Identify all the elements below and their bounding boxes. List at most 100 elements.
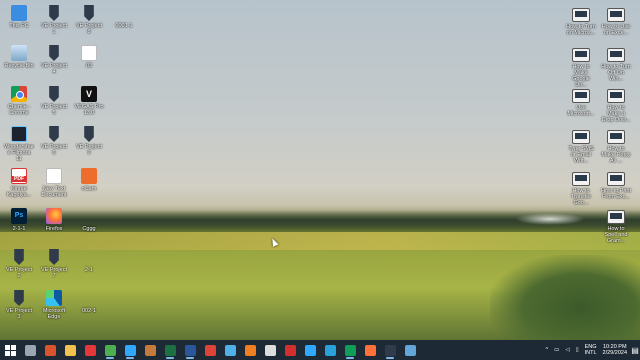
vegas-icon: V [81, 86, 97, 102]
file-icon [81, 208, 97, 224]
desktop-icon-microsoft-edge[interactable]: Microsoft Edge [39, 290, 69, 320]
ocam-icon [81, 168, 97, 184]
notifications-icon[interactable]: ▤ [630, 340, 640, 360]
acrobat-app-icon [284, 344, 296, 356]
desktop-icon-label: How to Make a Drop Dow... [601, 105, 631, 123]
network-icon[interactable]: ▭ [551, 347, 562, 353]
volume-icon[interactable]: ◁ [562, 347, 572, 353]
desktop-icon-label: How to Transfer Goo... [570, 188, 592, 206]
desktop-icon-video-8[interactable]: How to Make Reply All ... [601, 130, 631, 164]
clock[interactable]: 10:20 PM 2/29/2024 [600, 344, 630, 356]
video-thumbnail-icon [607, 48, 625, 62]
desktop-icon-label: 002-1 [81, 308, 97, 314]
filmora-icon [11, 126, 27, 142]
app-11-icon [224, 344, 236, 356]
desktop-icon-ve-project-1[interactable]: VE Project 1 [39, 5, 69, 35]
start-button[interactable] [0, 340, 20, 360]
photoshop-app[interactable] [120, 340, 140, 360]
desktop-icon-cggg[interactable]: Cggg [74, 208, 104, 232]
video-project-icon [14, 249, 24, 265]
desktop-icon-label: How to Make Reply All ... [601, 146, 631, 164]
wallpaper-bush [490, 255, 640, 343]
app-12[interactable] [240, 340, 260, 360]
video-thumbnail-icon [607, 130, 625, 144]
text-document-icon [46, 168, 62, 184]
desktop-icon-chemie-chrome[interactable]: Chemie - Chrome [4, 86, 34, 116]
desktop-icon-ve-project-9[interactable]: VE Project 9 [74, 126, 104, 156]
app-7[interactable] [140, 340, 160, 360]
desktop-icon-filmora[interactable]: Wondershare Filmora 11 [4, 126, 34, 162]
chrome-app-2[interactable] [200, 340, 220, 360]
desktop-icon-label: VE Project 4 [41, 63, 67, 75]
video-project-icon [49, 86, 59, 102]
desktop-icon-label: VE Project 1 [41, 23, 67, 35]
desktop-icon-ve-project-8[interactable]: VE Project 8 [74, 5, 104, 35]
desktop-icon-ocam[interactable]: oCam [74, 168, 104, 192]
photoshop-app-2[interactable] [300, 340, 320, 360]
anydesk-app[interactable] [80, 340, 100, 360]
desktop-icon-video-7[interactable]: Type SMS or Email Writ... [566, 130, 596, 164]
excel-app[interactable] [160, 340, 180, 360]
wallpaper-mist [515, 213, 585, 225]
vegas-app-icon [384, 344, 396, 356]
desktop-icon-video-11[interactable]: How to Spell and Gram... [601, 210, 631, 244]
task-view-button[interactable] [20, 340, 40, 360]
desktop-icon-label: Wondershare Filmora 11 [4, 144, 34, 162]
app-13[interactable] [260, 340, 280, 360]
desktop-icon-kinnar-pdf[interactable]: Kinnar Kagoiya... [4, 168, 34, 198]
acrobat-app[interactable] [280, 340, 300, 360]
screen-app-icon [404, 344, 416, 356]
desktop-icon-ve-project-4[interactable]: VE Project 4 [39, 45, 69, 75]
video-project-icon [84, 5, 94, 21]
desktop-icon-firefox[interactable]: Firefox [39, 208, 69, 232]
firefox-app[interactable] [360, 340, 380, 360]
desktop-icon-ve-project-6[interactable]: VE Project 6 [39, 126, 69, 156]
video-thumbnail-icon [572, 172, 590, 186]
desktop-icon-video-5[interactable]: Use Microsoft... [566, 89, 596, 117]
video-project-icon [49, 5, 59, 21]
desktop-icon-label: Firefox [45, 226, 63, 232]
browser-app[interactable] [40, 340, 60, 360]
desktop-icon-video-4[interactable]: How to Turn Off On Win... [601, 48, 631, 82]
desktop-icon-this-pc[interactable]: This PC [4, 5, 34, 29]
desktop-icon-002-1[interactable]: 002-1 [74, 290, 104, 314]
app-11[interactable] [220, 340, 240, 360]
desktop-icon-2-1-1[interactable]: Ps 2-1-1 [4, 208, 34, 232]
desktop-icon-ve-project-3[interactable]: VE Project 3 [4, 290, 34, 320]
anydesk-app-icon [84, 344, 96, 356]
desktop-icon-vegas-pro[interactable]: V VEGAS Pro 13.0 [74, 86, 104, 116]
desktop-icon-video-9[interactable]: How to Transfer Goo... [566, 172, 596, 206]
desktop-icon-ve-project-5[interactable]: VE Project 5 [39, 86, 69, 116]
desktop-icon-video-3[interactable]: How to Make Google Do... [566, 48, 596, 88]
desktop-icon-label: How to Print From Exc... [601, 188, 631, 200]
desktop-icon-ve-project-7[interactable]: VE Project 7 [39, 249, 69, 279]
vegas-app[interactable] [380, 340, 400, 360]
desktop-icon-label: Cggg [82, 226, 96, 232]
tray-chevron-icon[interactable]: ^ [543, 347, 552, 353]
desktop-icon-2-1[interactable]: 2-1 [74, 249, 104, 273]
word-app-icon [184, 344, 196, 356]
computer-icon [11, 5, 27, 21]
battery-icon[interactable]: ▯ [573, 347, 582, 353]
chrome-app-3[interactable] [340, 340, 360, 360]
screen-app[interactable] [400, 340, 420, 360]
desktop-icon-0001-1[interactable]: 0001-1 [109, 5, 139, 29]
file-explorer-app[interactable] [60, 340, 80, 360]
desktop-icon-label: VE Project 6 [41, 144, 67, 156]
desktop-icon-video-1[interactable]: How to Turn on Micros... [566, 8, 596, 36]
desktop-icon-label: How to Turn on Micros... [566, 24, 596, 36]
language-indicator[interactable]: ENG INTL [582, 344, 600, 356]
chrome-app[interactable] [100, 340, 120, 360]
desktop-icon-new-text-document[interactable]: New Text Document [39, 168, 69, 198]
telegram-app[interactable] [320, 340, 340, 360]
desktop-icon-recycle-bin[interactable]: Recycle Bin [4, 45, 34, 69]
taskbar-apps [20, 340, 420, 360]
desktop-icon-03[interactable]: 03 [74, 45, 104, 69]
desktop-icon-label: VE Project 9 [76, 144, 102, 156]
desktop-icon-video-10[interactable]: How to Print From Exc... [601, 172, 631, 200]
desktop-icon-label: New Text Document [41, 186, 67, 198]
desktop-icon-video-6[interactable]: How to Make a Drop Dow... [601, 89, 631, 123]
desktop-icon-ve-project-2[interactable]: VE Project 2 [4, 249, 34, 279]
word-app[interactable] [180, 340, 200, 360]
desktop-icon-video-2[interactable]: How to Use on Exce... [601, 8, 631, 36]
